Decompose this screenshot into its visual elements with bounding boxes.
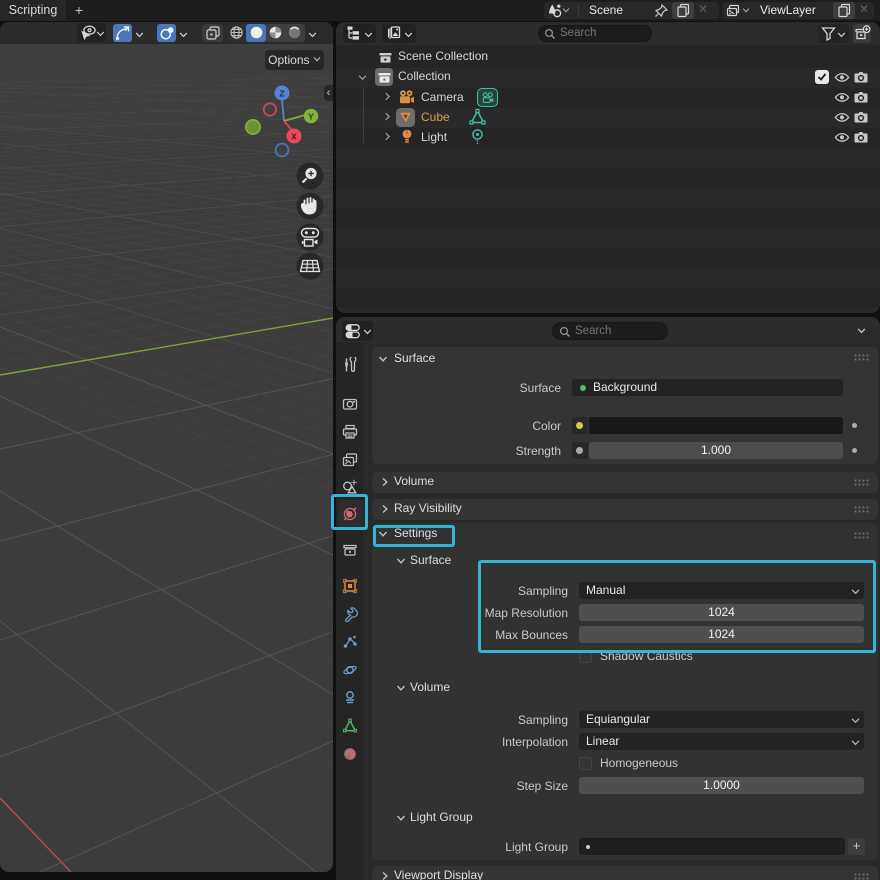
svg-text:Y: Y — [308, 112, 314, 122]
svg-text:Z: Z — [279, 89, 284, 99]
svg-text:X: X — [291, 132, 297, 142]
